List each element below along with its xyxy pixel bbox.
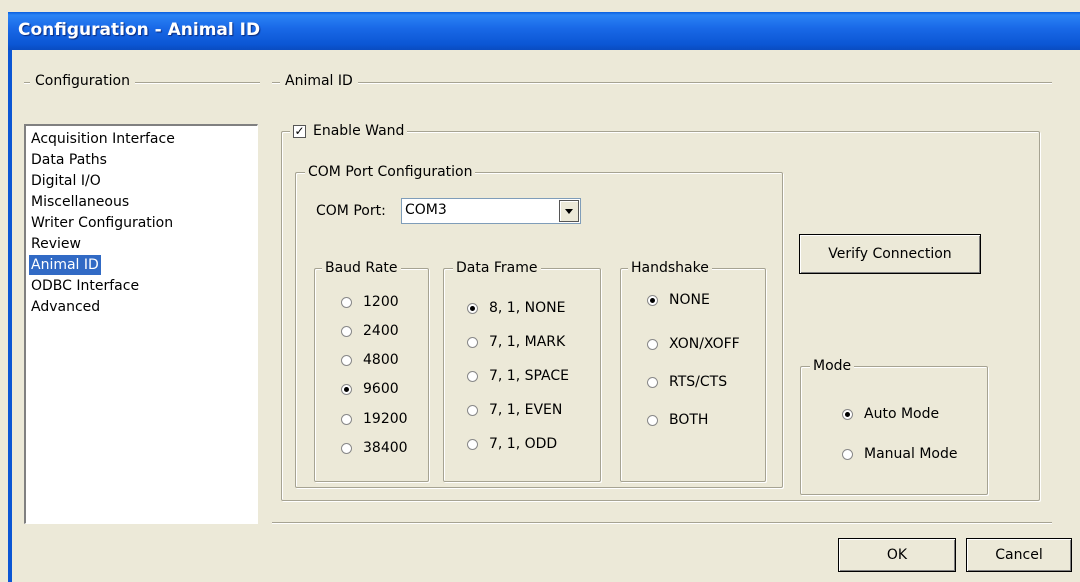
mode-manual-label: Manual Mode	[864, 446, 958, 462]
handshake-rts-cts-label: RTS/CTS	[669, 374, 728, 390]
radio-icon[interactable]	[341, 413, 352, 425]
enable-wand-checkbox[interactable]: ✓	[293, 124, 306, 138]
nav-item-acquisition-interface[interactable]: Acquisition Interface	[29, 129, 177, 149]
baud-19200-label: 19200	[363, 411, 408, 427]
animal-id-separator	[272, 82, 1052, 84]
chevron-down-icon[interactable]	[559, 200, 579, 222]
frame-8-1-none-label: 8, 1, NONE	[489, 300, 566, 316]
ok-button[interactable]: OK	[838, 538, 956, 572]
nav-item-miscellaneous[interactable]: Miscellaneous	[29, 192, 131, 212]
handshake-rts-cts-radio[interactable]: RTS/CTS	[647, 373, 727, 391]
radio-icon[interactable]	[341, 325, 352, 337]
baud-4800-radio[interactable]: 4800	[341, 351, 399, 369]
radio-selected-icon[interactable]	[467, 302, 478, 314]
baud-9600-label: 9600	[363, 381, 399, 397]
baud-4800-label: 4800	[363, 352, 399, 368]
baud-19200-radio[interactable]: 19200	[341, 410, 408, 428]
handshake-label: Handshake	[628, 259, 712, 277]
com-port-label: COM Port:	[316, 203, 386, 219]
radio-selected-icon[interactable]	[842, 408, 853, 420]
frame-7-1-space-radio[interactable]: 7, 1, SPACE	[467, 367, 569, 385]
window-border	[8, 50, 12, 582]
bottom-separator	[272, 522, 1052, 524]
handshake-xon-xoff-radio[interactable]: XON/XOFF	[647, 335, 740, 353]
mode-auto-label: Auto Mode	[864, 406, 940, 422]
title-bar[interactable]: Configuration - Animal ID	[8, 12, 1080, 50]
radio-icon[interactable]	[467, 336, 478, 348]
frame-7-1-space-label: 7, 1, SPACE	[489, 368, 570, 384]
baud-38400-label: 38400	[363, 440, 408, 456]
com-port-config-label: COM Port Configuration	[305, 163, 476, 181]
nav-item-animal-id[interactable]: Animal ID	[29, 255, 101, 275]
radio-icon[interactable]	[341, 354, 352, 366]
frame-7-1-even-radio[interactable]: 7, 1, EVEN	[467, 401, 562, 419]
baud-2400-label: 2400	[363, 323, 399, 339]
configuration-section-label: Configuration	[30, 73, 135, 89]
baud-1200-radio[interactable]: 1200	[341, 293, 399, 311]
baud-2400-radio[interactable]: 2400	[341, 322, 399, 340]
radio-icon[interactable]	[647, 414, 658, 426]
baud-rate-label: Baud Rate	[322, 259, 401, 277]
enable-wand-label: Enable Wand	[313, 123, 405, 139]
window-title: Configuration - Animal ID	[18, 20, 261, 40]
radio-icon[interactable]	[647, 338, 658, 350]
nav-item-odbc-interface[interactable]: ODBC Interface	[29, 276, 141, 296]
frame-7-1-mark-label: 7, 1, MARK	[489, 334, 566, 350]
frame-7-1-mark-radio[interactable]: 7, 1, MARK	[467, 333, 565, 351]
verify-connection-button[interactable]: Verify Connection	[799, 234, 981, 274]
frame-7-1-odd-label: 7, 1, ODD	[489, 436, 558, 452]
mode-label: Mode	[810, 357, 855, 375]
baud-9600-radio[interactable]: 9600	[341, 380, 399, 398]
handshake-none-label: NONE	[669, 292, 710, 308]
com-port-select[interactable]: COM3	[401, 198, 581, 224]
radio-icon[interactable]	[467, 370, 478, 382]
radio-icon[interactable]	[341, 442, 352, 454]
radio-selected-icon[interactable]	[341, 383, 352, 395]
nav-item-digital-io[interactable]: Digital I/O	[29, 171, 103, 191]
baud-38400-radio[interactable]: 38400	[341, 439, 408, 457]
nav-item-advanced[interactable]: Advanced	[29, 297, 102, 317]
cancel-button[interactable]: Cancel	[966, 538, 1072, 572]
nav-item-data-paths[interactable]: Data Paths	[29, 150, 109, 170]
radio-icon[interactable]	[467, 404, 478, 416]
frame-8-1-none-radio[interactable]: 8, 1, NONE	[467, 299, 565, 317]
animal-id-section-label: Animal ID	[280, 73, 358, 89]
radio-selected-icon[interactable]	[647, 294, 658, 306]
radio-icon[interactable]	[341, 296, 352, 308]
handshake-both-radio[interactable]: BOTH	[647, 411, 708, 429]
enable-wand-checkbox-row[interactable]: ✓ Enable Wand	[290, 122, 408, 140]
dialog-window: Configuration - Animal ID Configuration …	[0, 0, 1080, 582]
baud-1200-label: 1200	[363, 294, 399, 310]
nav-item-writer-configuration[interactable]: Writer Configuration	[29, 213, 175, 233]
radio-icon[interactable]	[647, 376, 658, 388]
frame-7-1-even-label: 7, 1, EVEN	[489, 402, 563, 418]
mode-auto-radio[interactable]: Auto Mode	[842, 405, 939, 423]
radio-icon[interactable]	[842, 448, 853, 460]
handshake-both-label: BOTH	[669, 412, 709, 428]
mode-manual-radio[interactable]: Manual Mode	[842, 445, 957, 463]
handshake-none-radio[interactable]: NONE	[647, 291, 710, 309]
data-frame-label: Data Frame	[453, 259, 541, 277]
radio-icon[interactable]	[467, 438, 478, 450]
mode-group	[800, 366, 988, 495]
config-nav-list[interactable]: Acquisition Interface Data Paths Digital…	[24, 124, 258, 524]
handshake-xon-xoff-label: XON/XOFF	[669, 336, 740, 352]
nav-item-review[interactable]: Review	[29, 234, 83, 254]
frame-7-1-odd-radio[interactable]: 7, 1, ODD	[467, 435, 557, 453]
com-port-value: COM3	[405, 202, 447, 218]
